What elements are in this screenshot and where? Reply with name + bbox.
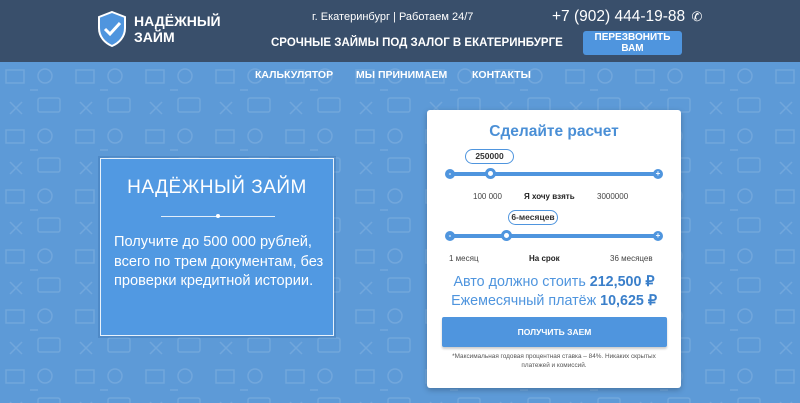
amount-max-label: 3000000 [597,192,629,201]
amount-slider-handle[interactable] [485,168,496,179]
phone-icon: ✆ [691,9,703,24]
divider-dot [216,214,220,218]
hero-card: НАДЁЖНЫЙ ЗАЙМ Получите до 500 000 рублей… [100,158,334,336]
logo-text: НАДЁЖНЫЙ ЗАЙМ [134,13,221,45]
hero-title: НАДЁЖНЫЙ ЗАЙМ [127,177,307,198]
term-center-label: На срок [529,254,560,263]
logo[interactable]: НАДЁЖНЫЙ ЗАЙМ [97,11,221,47]
monthly-payment-row: Ежемесячный платёж 10,625 ₽ [427,293,681,309]
amount-value-bubble: 250000 [465,149,514,164]
term-slider-handle[interactable] [501,230,512,241]
phone-text: +7 (902) 444-19-88 [552,8,686,25]
nav-item-accept[interactable]: МЫ ПРИНИМАЕМ [356,69,447,81]
monthly-payment-label: Ежемесячный платёж [451,293,597,309]
shield-check-icon [98,11,126,47]
term-min-label: 1 месяц [449,254,479,263]
city-hours: г. Екатеринбург | Работаем 24/7 [312,11,474,23]
header-tagline: СРОЧНЫЕ ЗАЙМЫ ПОД ЗАЛОГ В ЕКАТЕРИНБУРГЕ [271,37,563,49]
term-max-label: 36 месяцев [610,254,653,263]
callback-button[interactable]: ПЕРЕЗВОНИТЬ ВАМ [583,31,682,55]
calculator-card: Сделайте расчет 250000 - + 100 000 Я хоч… [427,110,681,388]
car-cost-value: 212,500 ₽ [589,274,655,290]
car-cost-row: Авто должно стоить 212,500 ₽ [427,274,681,290]
car-cost-label: Авто должно стоить [453,274,586,290]
get-loan-button[interactable]: ПОЛУЧИТЬ ЗАЕМ [442,317,667,347]
term-plus-button[interactable]: + [653,231,663,241]
phone-number[interactable]: +7 (902) 444-19-88 ✆ [552,8,702,26]
nav-item-calculator[interactable]: КАЛЬКУЛЯТОР [255,69,333,81]
amount-min-label: 100 000 [473,192,502,201]
term-slider-track[interactable] [452,234,656,238]
site-header: НАДЁЖНЫЙ ЗАЙМ г. Екатеринбург | Работаем… [0,0,800,62]
disclaimer-note: *Максимальная годовая процентная ставка … [452,353,656,369]
amount-plus-button[interactable]: + [653,169,663,179]
logo-line-1: НАДЁЖНЫЙ [134,13,221,29]
term-value-bubble: 6-месяцев [508,210,558,225]
hero-text: Получите до 500 000 рублей, всего по тре… [114,234,324,289]
amount-slider-track[interactable] [452,172,656,176]
logo-line-2: ЗАЙМ [134,29,175,45]
calculator-title: Сделайте расчет [489,123,619,140]
monthly-payment-value: 10,625 ₽ [600,293,657,309]
amount-center-label: Я хочу взять [524,192,575,201]
nav-item-contacts[interactable]: КОНТАКТЫ [472,69,531,81]
